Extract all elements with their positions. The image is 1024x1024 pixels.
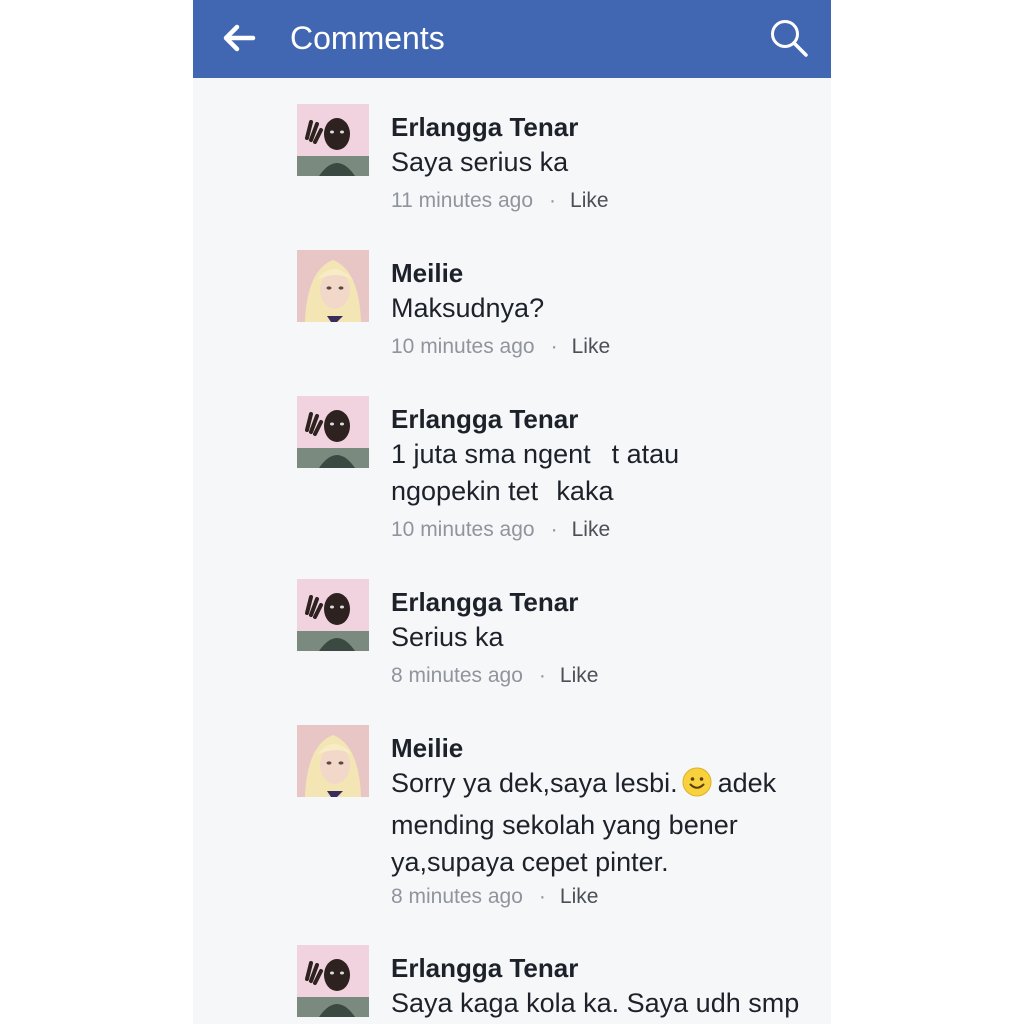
page-title: Comments: [290, 20, 445, 56]
comment-timestamp: 10 minutes ago: [391, 518, 535, 541]
comment-text-line: mending sekolah yang bener: [391, 810, 738, 840]
comment-text-segment: Sorry ya dek,saya lesbi.: [391, 768, 678, 798]
comment-meta: 8 minutes ago · Like: [391, 662, 821, 690]
avatar-erlangga[interactable]: [297, 104, 369, 176]
comment-text-segment: adek: [717, 768, 777, 798]
comment-text-line: ngopekin tet kaka: [391, 476, 614, 506]
comment-text-line: ya,supaya cepet pinter.: [391, 847, 669, 877]
comment-text: Serius ka: [391, 622, 504, 652]
arrow-left-icon: [223, 24, 256, 52]
comment-text-line: 1 juta sma ngent t atau: [391, 439, 680, 469]
comment-timestamp: 11 minutes ago: [391, 189, 534, 212]
comment-author[interactable]: Erlangga Tenar: [391, 402, 821, 436]
comment-text: Saya kaga kola ka. Saya udh smp: [391, 988, 800, 1018]
separator-dot: ·: [549, 189, 557, 212]
comment-body: Erlangga Tenar Saya kaga kola ka. Saya u…: [391, 951, 821, 1022]
like-button[interactable]: Like: [570, 189, 609, 212]
avatar-erlangga[interactable]: [297, 945, 369, 1017]
comments-screen: Comments Erlangga Tenar Saya serius ka 1…: [193, 0, 831, 1024]
avatar-erlangga[interactable]: [297, 579, 369, 651]
search-icon: [771, 20, 808, 57]
comment-body: Erlangga Tenar 1 juta sma ngent t atau n…: [391, 402, 821, 544]
separator-dot: ·: [538, 664, 546, 687]
back-button[interactable]: [219, 20, 259, 56]
avatar-meilie[interactable]: [297, 250, 369, 322]
comment-text-line: Sorry ya dek,saya lesbi. adek: [391, 765, 821, 807]
like-button[interactable]: Like: [560, 664, 599, 687]
comment-body: Erlangga Tenar Serius ka 8 minutes ago · L…: [391, 585, 821, 690]
separator-dot: ·: [538, 885, 546, 908]
top-app-bar: Comments: [193, 0, 831, 78]
comment-author[interactable]: Erlangga Tenar: [391, 951, 821, 985]
comment-text: Maksudnya?: [391, 293, 545, 323]
comment-body: Meilie Sorry ya dek,saya lesbi. adek mend…: [391, 731, 821, 911]
separator-dot: ·: [550, 518, 558, 541]
comment-timestamp: 10 minutes ago: [391, 335, 535, 358]
like-button[interactable]: Like: [572, 518, 611, 541]
avatar-erlangga[interactable]: [297, 396, 369, 468]
comment-meta: 8 minutes ago · Like: [391, 883, 821, 911]
like-button[interactable]: Like: [572, 335, 611, 358]
comment-body: Erlangga Tenar Saya serius ka 11 minutes…: [391, 110, 821, 215]
comment-meta: 10 minutes ago · Like: [391, 333, 821, 361]
comment-meta: 10 minutes ago · Like: [391, 516, 821, 544]
separator-dot: ·: [550, 335, 558, 358]
comment-author[interactable]: Meilie: [391, 731, 821, 765]
comment-timestamp: 8 minutes ago: [391, 885, 523, 908]
comment-body: Meilie Maksudnya? 10 minutes ago · Like: [391, 256, 821, 361]
comment-text: Saya serius ka: [391, 147, 569, 177]
smiley-face-icon: [682, 767, 712, 807]
search-button[interactable]: [767, 16, 811, 60]
like-button[interactable]: Like: [560, 885, 599, 908]
avatar-meilie[interactable]: [297, 725, 369, 797]
comment-author[interactable]: Erlangga Tenar: [391, 110, 821, 144]
comment-author[interactable]: Meilie: [391, 256, 821, 290]
comment-author[interactable]: Erlangga Tenar: [391, 585, 821, 619]
comment-timestamp: 8 minutes ago: [391, 664, 523, 687]
comment-meta: 11 minutes ago · Like: [391, 187, 821, 215]
